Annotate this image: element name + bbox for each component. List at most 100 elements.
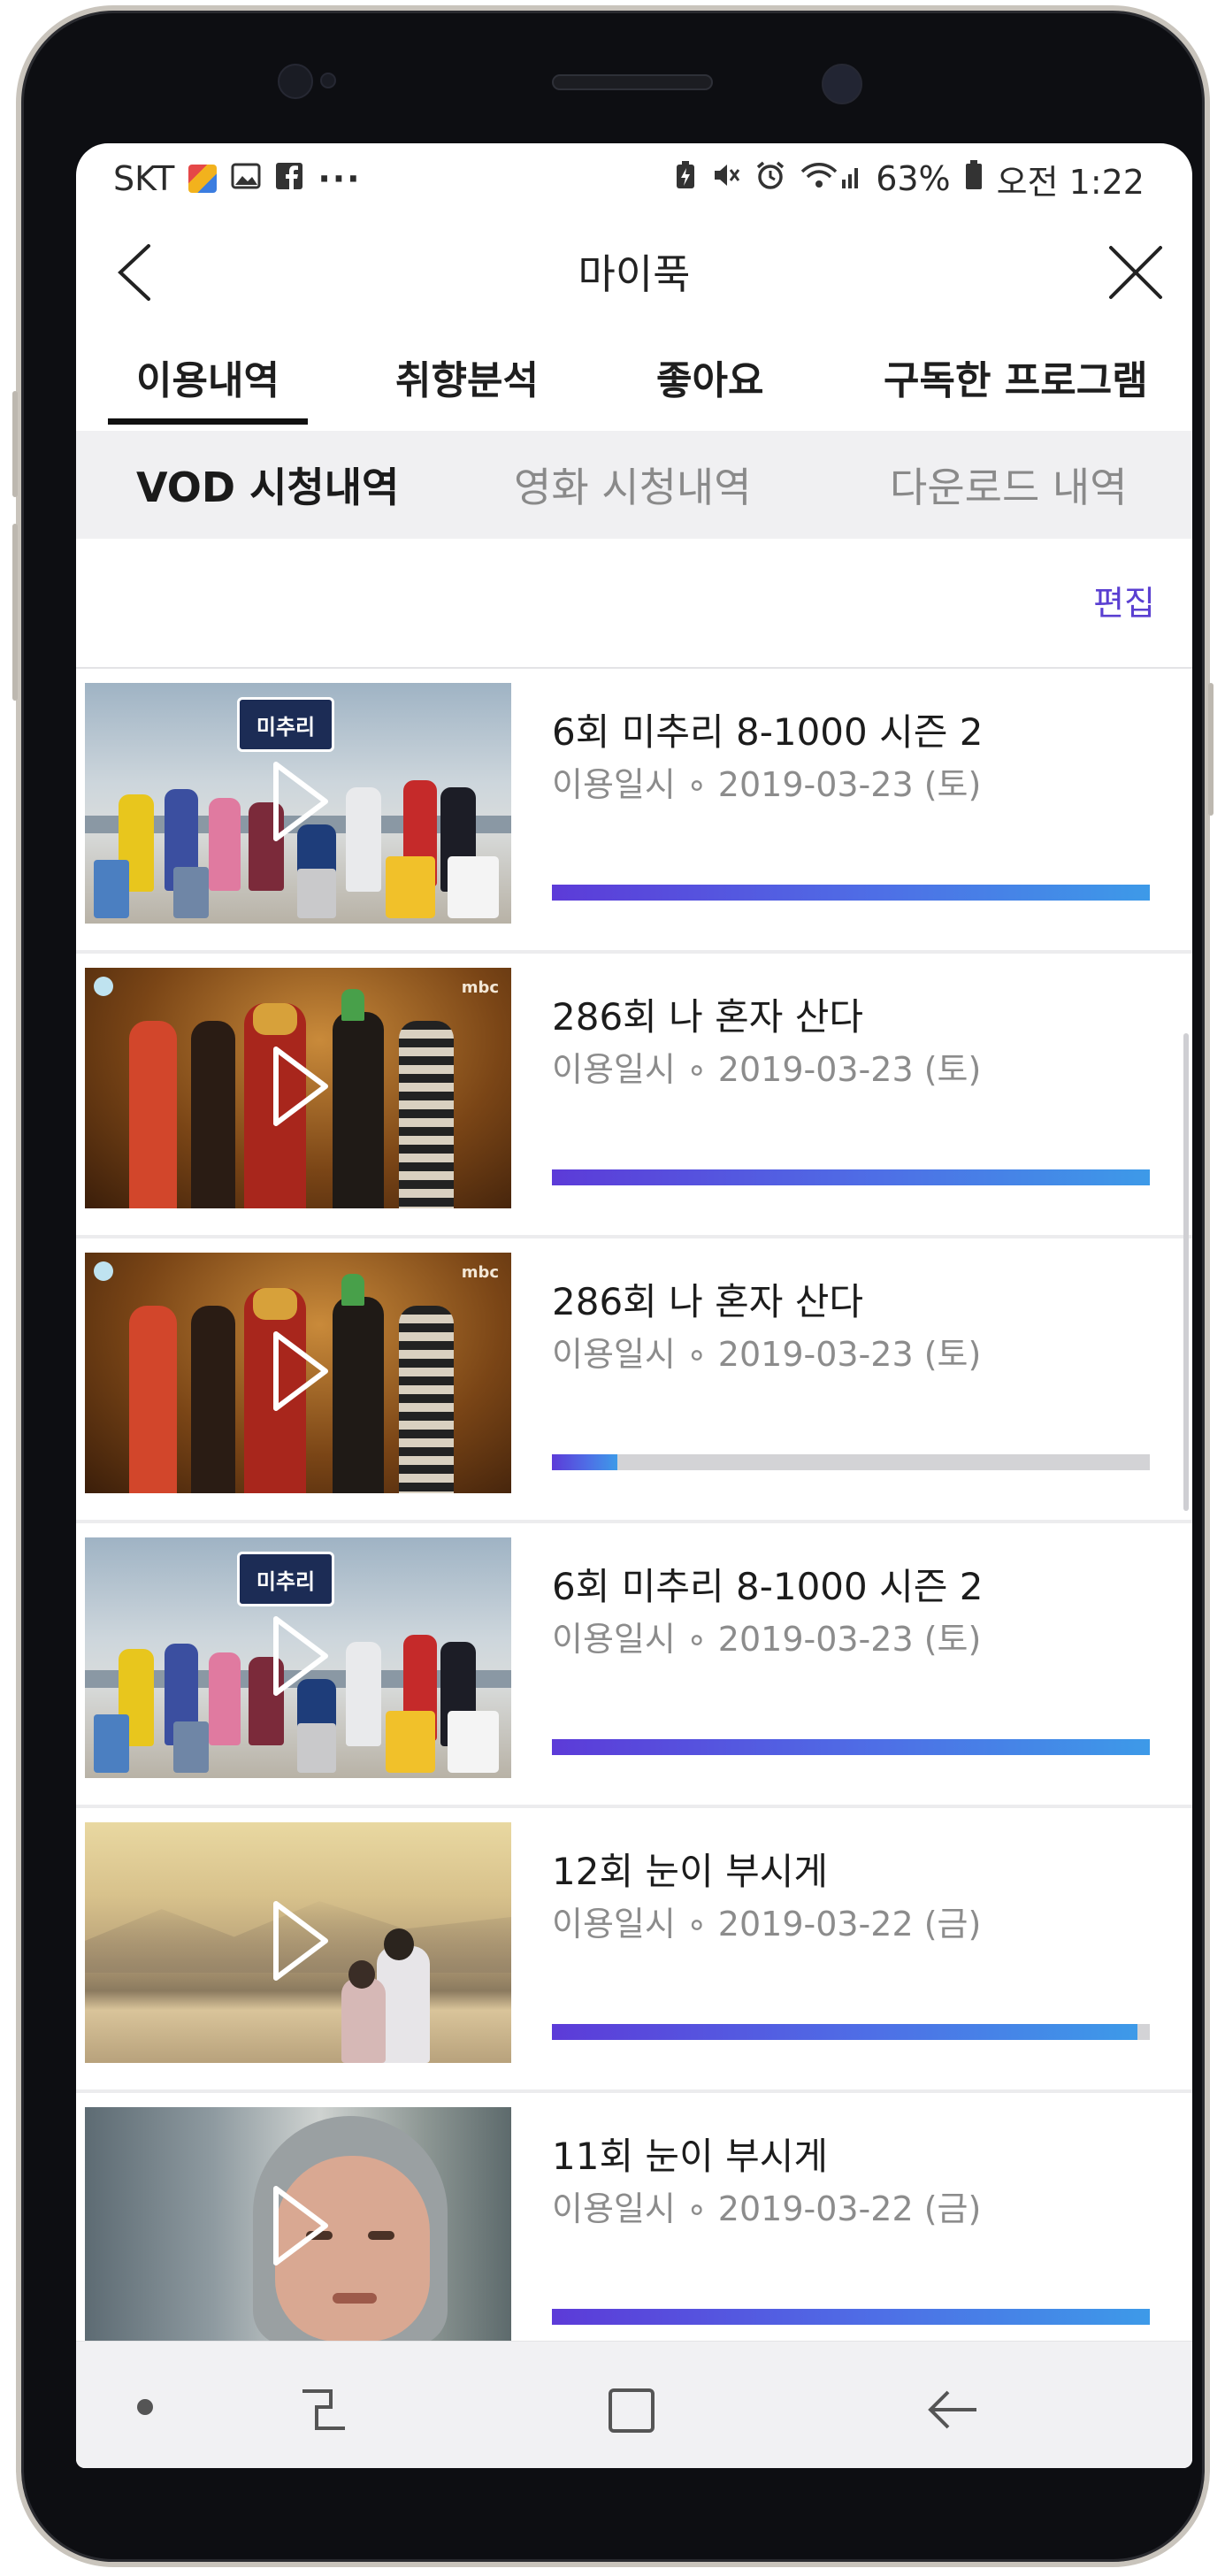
bixby-button xyxy=(12,391,18,497)
history-item[interactable]: 미추리 6회 미추리 8-1000 시즌 2 이용일시 ∘ 2019-03-23 … xyxy=(76,669,1192,954)
clock-label: 오전 1:22 xyxy=(996,162,1145,202)
subtab-vod-history[interactable]: VOD 시청내역 xyxy=(136,456,399,514)
watch-progress-fill xyxy=(552,2309,1150,2325)
earpiece xyxy=(552,74,713,90)
history-list: 미추리 6회 미추리 8-1000 시즌 2 이용일시 ∘ 2019-03-23 … xyxy=(76,669,1192,2378)
watch-progress-bar xyxy=(552,1454,1150,1470)
battery-icon xyxy=(965,159,983,198)
navigation-bar xyxy=(76,2341,1192,2468)
sub-tabs: VOD 시청내역 영화 시청내역 다운로드 내역 xyxy=(76,431,1192,539)
scrollbar[interactable] xyxy=(1183,1033,1189,1511)
back-arrow-icon xyxy=(118,244,150,301)
show-logo: 미추리 xyxy=(237,1552,334,1606)
proximity-sensor xyxy=(320,73,336,88)
video-title[interactable]: 11회 눈이 부시게 xyxy=(552,2127,828,2181)
channel-logo: mbc xyxy=(462,978,499,997)
tab-subscribed-programs[interactable]: 구독한 프로그램 xyxy=(884,329,1148,425)
video-thumbnail[interactable]: mbc xyxy=(85,1253,511,1493)
watch-progress-bar xyxy=(552,2309,1150,2325)
tab-usage-history[interactable]: 이용내역 xyxy=(108,329,308,425)
power-button xyxy=(1208,683,1214,816)
play-icon xyxy=(273,2186,328,2266)
home-icon[interactable] xyxy=(607,2388,658,2439)
nav-back-icon[interactable] xyxy=(925,2388,980,2435)
history-item[interactable]: 미추리 6회 미추리 8-1000 시즌 2 이용일시 ∘ 2019-03-23 … xyxy=(76,1523,1192,1808)
channel-logo: mbc xyxy=(462,1263,499,1282)
watch-date: 이용일시 ∘ 2019-03-22 (금) xyxy=(552,1905,982,1944)
volume-button xyxy=(12,524,18,701)
page-title: 마이푹 xyxy=(578,250,691,298)
status-bar: SKT ··· 63% 오전 1:22 xyxy=(76,143,1192,214)
battery-saver-icon xyxy=(674,159,697,198)
subtab-movie-history[interactable]: 영화 시청내역 xyxy=(514,456,752,514)
tab-label: 취향분석 xyxy=(395,358,539,403)
video-thumbnail[interactable] xyxy=(85,1822,511,2063)
history-item[interactable]: mbc 286회 나 혼자 산다이용일시 ∘ 2019-03-23 (토) xyxy=(76,954,1192,1238)
history-item[interactable]: 11회 눈이 부시게이용일시 ∘ 2019-03-22 (금) xyxy=(76,2093,1192,2378)
back-button[interactable] xyxy=(108,242,161,303)
close-button[interactable] xyxy=(1104,241,1168,304)
tab-likes[interactable]: 좋아요 xyxy=(656,329,763,425)
tab-label: 구독한 프로그램 xyxy=(884,358,1148,403)
video-title[interactable]: 12회 눈이 부시게 xyxy=(552,1842,828,1896)
channel-logo-label: mbc xyxy=(461,978,499,997)
subtab-download-history[interactable]: 다운로드 내역 xyxy=(890,456,1128,514)
close-icon xyxy=(1109,246,1162,299)
history-item[interactable]: mbc 286회 나 혼자 산다이용일시 ∘ 2019-03-23 (토) xyxy=(76,1238,1192,1523)
play-icon xyxy=(273,1901,328,1981)
show-logo-label: 미추리 xyxy=(256,1568,316,1594)
play-icon xyxy=(273,1046,328,1126)
watch-date: 이용일시 ∘ 2019-03-23 (토) xyxy=(552,765,982,804)
more-notifications-label: ··· xyxy=(318,159,362,198)
nav-dot-icon xyxy=(136,2398,154,2419)
watch-date: 이용일시 ∘ 2019-03-22 (금) xyxy=(552,2189,982,2228)
show-logo-label: 미추리 xyxy=(256,714,316,740)
iris-sensor xyxy=(278,64,313,99)
wifi-signal-icon xyxy=(800,159,861,198)
battery-percent: 63% xyxy=(876,159,951,198)
video-title[interactable]: 6회 미추리 8-1000 시즌 2 xyxy=(552,702,983,756)
video-thumbnail[interactable]: 미추리 xyxy=(85,1537,511,1778)
channel-logo-label: mbc xyxy=(461,1263,499,1282)
list-toolbar: 편집 xyxy=(76,539,1192,669)
watch-progress-bar xyxy=(552,1739,1150,1755)
video-title[interactable]: 6회 미추리 8-1000 시즌 2 xyxy=(552,1557,983,1611)
history-item[interactable]: 12회 눈이 부시게이용일시 ∘ 2019-03-22 (금) xyxy=(76,1808,1192,2093)
play-icon xyxy=(273,1331,328,1411)
watch-progress-fill xyxy=(552,2024,1138,2040)
watch-progress-fill xyxy=(552,885,1150,901)
watch-date: 이용일시 ∘ 2019-03-23 (토) xyxy=(552,1335,982,1374)
screen: SKT ··· 63% 오전 1:22 마이푹 이용내역 취향분석 좋아요 구독… xyxy=(76,143,1192,2468)
video-title[interactable]: 286회 나 혼자 산다 xyxy=(552,1272,863,1326)
carrier-label: SKT xyxy=(113,159,175,198)
tab-label: 좋아요 xyxy=(656,358,764,403)
watch-progress-bar xyxy=(552,885,1150,901)
main-tabs: 이용내역 취향분석 좋아요 구독한 프로그램 xyxy=(76,329,1192,425)
app-notification-icon xyxy=(188,165,218,193)
tab-taste-analysis[interactable]: 취향분석 xyxy=(395,329,539,425)
watch-progress-fill xyxy=(552,1454,618,1470)
video-title[interactable]: 286회 나 혼자 산다 xyxy=(552,987,863,1041)
play-icon xyxy=(273,1616,328,1696)
gallery-notification-icon xyxy=(231,159,261,198)
app-bar: 마이푹 xyxy=(76,214,1192,329)
mute-icon xyxy=(711,159,741,198)
watch-progress-bar xyxy=(552,2024,1150,2040)
alarm-icon xyxy=(755,159,785,198)
facebook-notification-icon xyxy=(275,159,303,198)
recent-apps-icon[interactable] xyxy=(299,2388,348,2435)
video-thumbnail[interactable] xyxy=(85,2107,511,2348)
tab-label: 이용내역 xyxy=(136,358,279,403)
video-thumbnail[interactable]: mbc xyxy=(85,968,511,1208)
phone-frame: SKT ··· 63% 오전 1:22 마이푹 이용내역 취향분석 좋아요 구독… xyxy=(12,5,1214,2567)
video-thumbnail[interactable]: 미추리 xyxy=(85,683,511,924)
front-camera xyxy=(822,64,862,104)
play-icon xyxy=(273,762,328,841)
watch-progress-fill xyxy=(552,1169,1150,1185)
watch-progress-bar xyxy=(552,1169,1150,1185)
watch-progress-fill xyxy=(552,1739,1150,1755)
show-logo: 미추리 xyxy=(237,697,334,752)
edit-button[interactable]: 편집 xyxy=(1093,576,1155,625)
watch-date: 이용일시 ∘ 2019-03-23 (토) xyxy=(552,1050,982,1089)
watch-date: 이용일시 ∘ 2019-03-23 (토) xyxy=(552,1620,982,1659)
